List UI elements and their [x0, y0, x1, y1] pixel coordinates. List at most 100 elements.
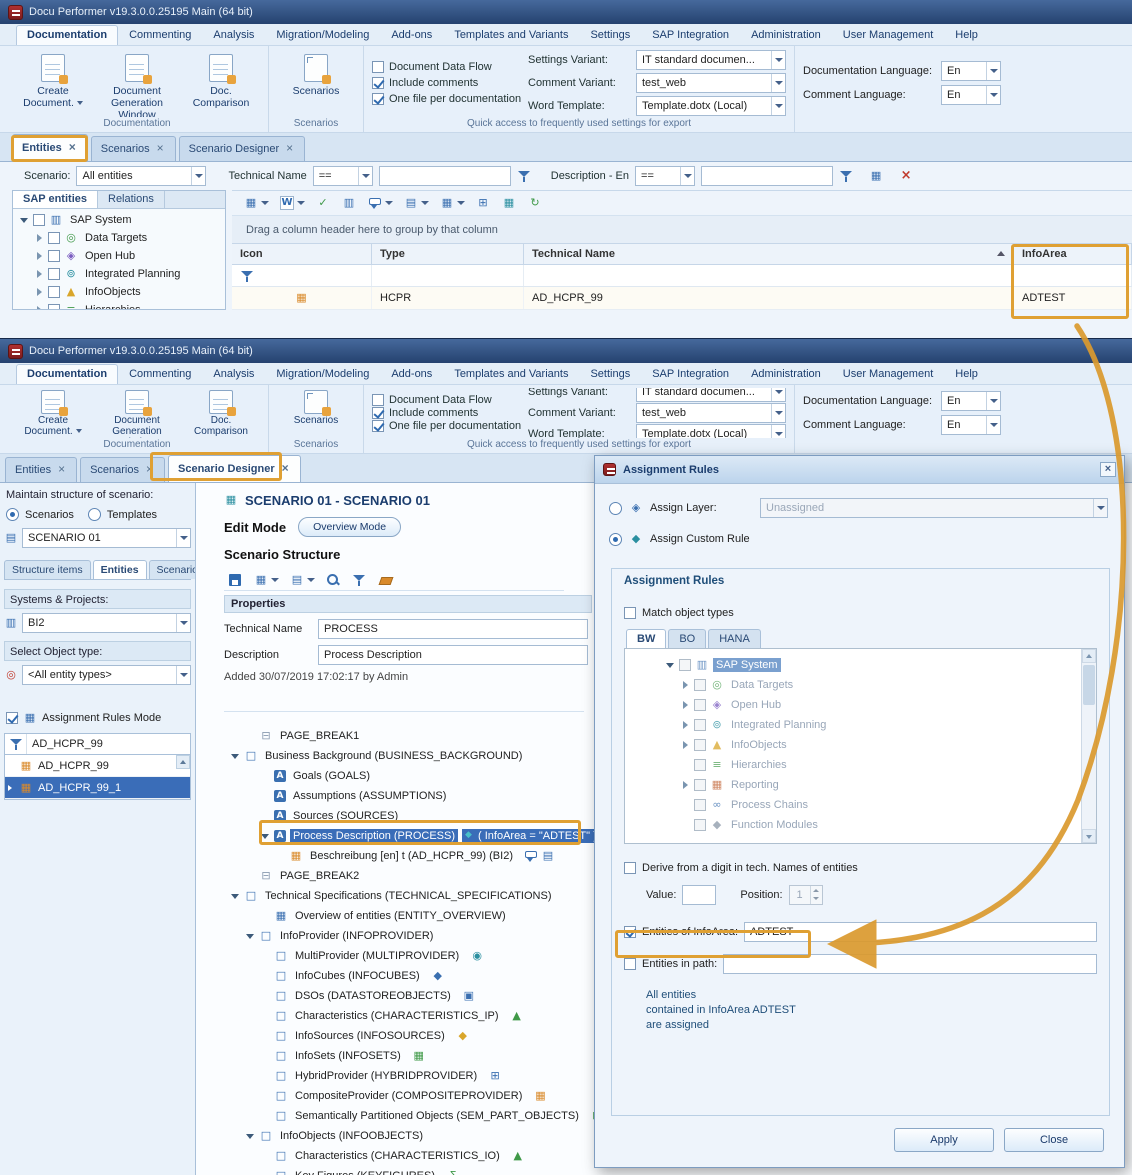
tree-checkbox[interactable] — [694, 679, 706, 691]
chevron-down-icon[interactable] — [771, 404, 785, 422]
ribbon-checkbox[interactable]: One file per documentation — [372, 420, 522, 432]
document-tab[interactable]: Entities — [5, 457, 77, 482]
scenario-select[interactable]: SCENARIO 01 — [22, 528, 191, 548]
tree-item[interactable]: ▲ InfoObjects — [15, 283, 225, 301]
system-select[interactable]: BI2 — [22, 613, 191, 633]
chevron-down-icon[interactable] — [176, 614, 190, 632]
tree-checkbox[interactable] — [33, 214, 45, 226]
toolbar-button[interactable]: ▥ — [338, 193, 360, 213]
technical-name-input[interactable] — [318, 619, 588, 639]
toolbar-button[interactable]: ▦ — [240, 193, 272, 213]
chevron-down-icon[interactable] — [771, 388, 785, 401]
expander-icon[interactable] — [680, 680, 690, 690]
toolbar-button[interactable]: ▦ — [250, 570, 282, 590]
close-icon[interactable] — [68, 143, 78, 153]
scenario-select[interactable]: All entities — [76, 166, 206, 186]
menu-tab[interactable]: Commenting — [118, 364, 202, 384]
chevron-down-icon[interactable] — [304, 571, 314, 589]
menu-tab[interactable]: Add-ons — [380, 25, 443, 45]
technical-name-operator-select[interactable]: == — [313, 166, 373, 186]
chevron-down-icon[interactable] — [358, 167, 372, 185]
expander-icon[interactable] — [34, 287, 44, 297]
expander-icon[interactable] — [245, 1131, 255, 1141]
funnel-icon[interactable] — [517, 169, 531, 183]
ribbon-checkbox[interactable]: Include comments — [372, 407, 522, 419]
menu-tab[interactable]: Migration/Modeling — [265, 25, 380, 45]
menu-tab[interactable]: Migration/Modeling — [265, 364, 380, 384]
tree-item[interactable]: ◆ Function Modules — [661, 815, 1078, 835]
rule-source-tab[interactable]: BO — [668, 629, 706, 648]
expander-icon[interactable] — [665, 660, 675, 670]
menu-tab[interactable]: Help — [944, 364, 989, 384]
expander-icon[interactable] — [680, 740, 690, 750]
tree-checkbox[interactable] — [48, 304, 60, 309]
menu-tab[interactable]: Settings — [579, 25, 641, 45]
expander-icon[interactable] — [230, 751, 240, 761]
menu-tab[interactable]: User Management — [832, 25, 945, 45]
chevron-down-icon[interactable] — [176, 666, 190, 684]
scroll-up-button[interactable] — [176, 755, 190, 769]
expander-icon[interactable] — [680, 780, 690, 790]
scroll-down-icon[interactable] — [1082, 829, 1096, 843]
expander-icon[interactable] — [34, 251, 44, 261]
toolbar-button[interactable] — [348, 570, 370, 590]
column-header-type[interactable]: Type — [372, 244, 524, 264]
ribbon-checkbox[interactable]: Document Data Flow — [372, 61, 522, 73]
filter-row-icon[interactable] — [240, 269, 254, 283]
left-panel-tab[interactable]: Scenarios — [149, 560, 196, 579]
tree-checkbox[interactable] — [694, 779, 706, 791]
scrollbar-thumb[interactable] — [1083, 665, 1095, 705]
left-panel-tab[interactable]: Structure items — [4, 560, 91, 579]
path-input[interactable] — [723, 954, 1097, 974]
overview-mode-button[interactable]: Overview Mode — [298, 517, 401, 537]
funnel-icon[interactable] — [839, 169, 853, 183]
chevron-down-icon[interactable] — [771, 51, 785, 69]
column-header-icon[interactable]: Icon — [232, 244, 372, 264]
scroll-up-icon[interactable] — [1082, 649, 1096, 663]
tree-item[interactable]: ◈ Open Hub — [661, 695, 1078, 715]
stepper-arrows[interactable] — [810, 886, 822, 904]
object-type-select[interactable]: <All entity types> — [22, 665, 191, 685]
entities-of-infoarea-checkbox[interactable]: Entities of InfoArea: — [624, 926, 738, 938]
menu-tab[interactable]: Administration — [740, 25, 832, 45]
close-button[interactable]: Close — [1004, 1128, 1104, 1152]
rule-source-tab[interactable]: BW — [626, 629, 666, 648]
tree-item[interactable]: ▥ SAP System — [661, 655, 1078, 675]
scenarios-button[interactable]: Scenarios — [277, 388, 355, 438]
close-icon[interactable] — [281, 464, 291, 474]
position-stepper[interactable]: 1 — [789, 885, 823, 905]
chevron-down-icon[interactable] — [176, 529, 190, 547]
toolbar-button[interactable]: ↻ — [524, 193, 546, 213]
create-document-button[interactable]: Create Document. — [14, 49, 92, 115]
close-icon[interactable] — [57, 465, 67, 475]
document-tab[interactable]: Scenario Designer — [179, 136, 306, 161]
ribbon-field-select[interactable]: Template.dotx (Local) — [636, 424, 786, 438]
chevron-down-icon[interactable] — [382, 194, 392, 212]
close-icon[interactable] — [145, 465, 155, 475]
tree-checkbox[interactable] — [48, 250, 60, 262]
menu-tab[interactable]: Commenting — [118, 25, 202, 45]
menu-tab[interactable]: SAP Integration — [641, 364, 740, 384]
chevron-down-icon[interactable] — [191, 167, 205, 185]
expander-icon[interactable] — [260, 831, 270, 841]
tree-checkbox[interactable] — [48, 232, 60, 244]
toolbar-button[interactable] — [364, 193, 396, 213]
description-operator-select[interactable]: == — [635, 166, 695, 186]
tree-checkbox[interactable] — [48, 286, 60, 298]
menu-tab[interactable]: Analysis — [202, 25, 265, 45]
ribbon-field-select[interactable]: test_web — [636, 403, 786, 423]
document-generation-window-button[interactable]: Document Generation Window — [98, 388, 176, 438]
chevron-down-icon[interactable] — [1093, 499, 1107, 517]
toolbar-button[interactable] — [224, 570, 246, 590]
column-header-infoarea[interactable]: InfoArea — [1014, 244, 1132, 264]
description-filter-input[interactable] — [701, 166, 833, 186]
tree-checkbox[interactable] — [694, 799, 706, 811]
document-generation-window-button[interactable]: Document Generation Window — [98, 49, 176, 115]
tree-checkbox[interactable] — [694, 759, 706, 771]
infoarea-input[interactable] — [744, 922, 1097, 942]
close-icon[interactable] — [285, 144, 295, 154]
expander-icon[interactable] — [680, 720, 690, 730]
toolbar-button[interactable]: ▤ — [286, 570, 318, 590]
entity-filter-input[interactable]: AD_HCPR_99 — [27, 734, 190, 754]
ribbon-field-select[interactable]: IT standard documen... — [636, 388, 786, 402]
